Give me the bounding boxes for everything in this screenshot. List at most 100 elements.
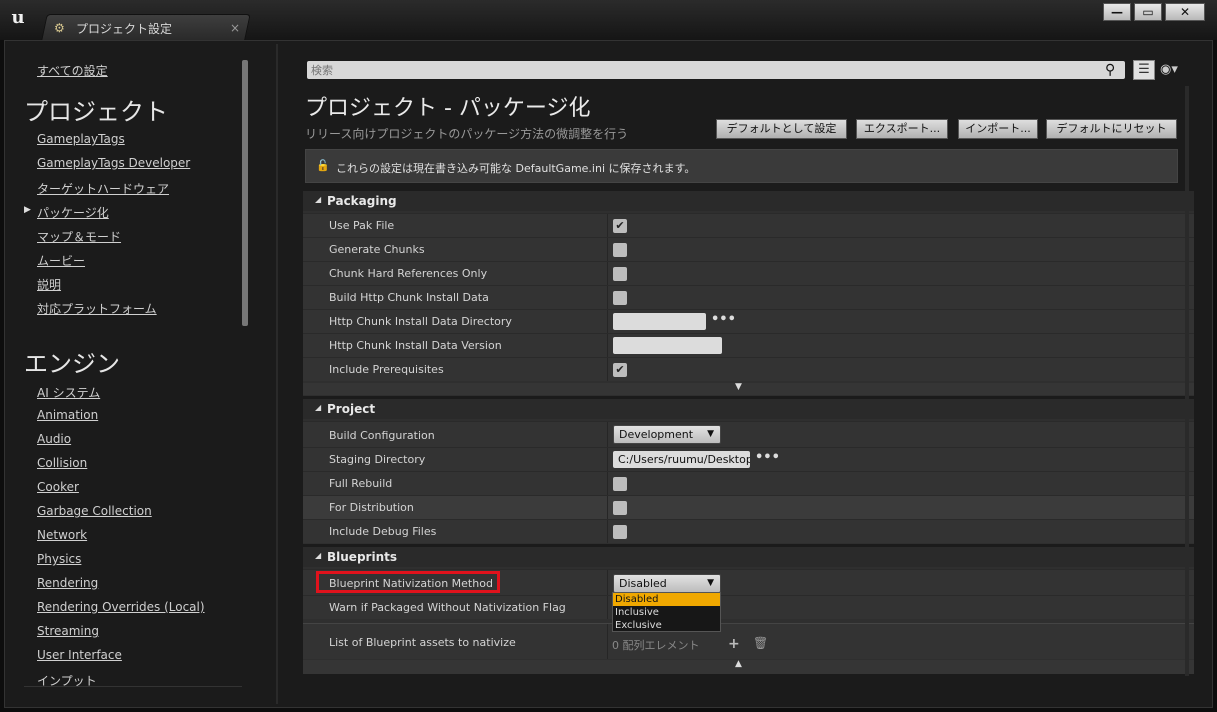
browse-ellipsis-icon[interactable]: ••• (711, 312, 736, 327)
tab-close-icon[interactable]: × (230, 21, 240, 35)
property-row: List of Blueprint assets to nativize (303, 623, 1194, 659)
export-button[interactable]: エクスポート... (856, 119, 948, 139)
staging-directory-field[interactable]: C:/Users/ruumu/Desktop (613, 451, 750, 468)
sidebar-item-supported-platforms[interactable]: 対応プラットフォーム (37, 300, 157, 317)
property-row: Chunk Hard References Only (303, 261, 1194, 285)
sidebar-item-movies[interactable]: ムービー (37, 252, 85, 269)
property-row: Use Pak File ✔ (303, 213, 1194, 237)
config-notice: 🔓 これらの設定は現在書き込み可能な DefaultGame.ini に保存され… (305, 149, 1178, 183)
property-row: Include Prerequisites ✔ (303, 357, 1194, 381)
project-header[interactable]: ◢ Project (303, 399, 1194, 419)
use-pak-file-checkbox[interactable]: ✔ (613, 219, 627, 233)
packaging-header[interactable]: ◢ Packaging (303, 191, 1194, 211)
property-label: List of Blueprint assets to nativize (329, 636, 516, 649)
sidebar-item-user-interface[interactable]: User Interface (37, 648, 122, 662)
nativization-method-dropdown[interactable]: Disabled ▼ (613, 574, 721, 593)
chunk-hard-references-checkbox[interactable] (613, 267, 627, 281)
property-row: Http Chunk Install Data Directory ••• (303, 309, 1194, 333)
build-http-chunk-checkbox[interactable] (613, 291, 627, 305)
generate-chunks-checkbox[interactable] (613, 243, 627, 257)
content-scrollbar[interactable] (1185, 86, 1189, 676)
sidebar-item-rendering-overrides[interactable]: Rendering Overrides (Local) (37, 600, 205, 614)
trash-icon[interactable]: 🗑 (753, 636, 768, 650)
sidebar-item-cooker[interactable]: Cooker (37, 480, 79, 494)
view-options-eye-icon[interactable]: ◉▾ (1160, 61, 1190, 79)
sidebar-item-rendering[interactable]: Rendering (37, 576, 98, 590)
build-configuration-dropdown[interactable]: Development ▼ (613, 425, 721, 444)
blueprints-header[interactable]: ◢ Blueprints (303, 547, 1194, 567)
sidebar-item-target-hardware[interactable]: ターゲットハードウェア (37, 180, 169, 197)
expand-down-icon: ▼ (735, 382, 742, 392)
notice-text: これらの設定は現在書き込み可能な DefaultGame.ini に保存されます… (336, 162, 696, 175)
document-tab-label: プロジェクト設定 (76, 21, 173, 36)
sidebar-item-description[interactable]: 説明 (37, 276, 61, 293)
build-configuration-value: Development (619, 428, 694, 441)
property-label: Build Configuration (329, 429, 435, 442)
search-box: ⚲ (307, 61, 1125, 79)
sidebar-item-ai-system[interactable]: AI システム (37, 384, 100, 401)
project-section: ◢ Project Build Configuration Developmen… (303, 399, 1194, 544)
list-view-icon[interactable]: ☰ (1133, 60, 1155, 80)
property-row: Full Rebuild (303, 471, 1194, 495)
selected-arrow-icon: ▶ (24, 205, 31, 215)
browse-ellipsis-icon[interactable]: ••• (755, 450, 780, 465)
option-inclusive[interactable]: Inclusive (613, 606, 720, 619)
property-label: Build Http Chunk Install Data (329, 291, 489, 304)
panel-splitter[interactable] (276, 44, 278, 704)
property-label: Use Pak File (329, 219, 395, 232)
property-label: Http Chunk Install Data Version (329, 339, 502, 352)
minimize-button[interactable]: — (1103, 3, 1131, 21)
packaging-section: ◢ Packaging Use Pak File ✔ Generate Chun… (303, 191, 1194, 396)
sidebar-item-packaging[interactable]: パッケージ化 (37, 204, 109, 221)
sidebar-scrollbar[interactable] (242, 60, 248, 326)
option-disabled[interactable]: Disabled (613, 593, 720, 606)
sidebar-item-gameplaytags[interactable]: GameplayTags (37, 132, 125, 146)
search-input[interactable] (311, 61, 1091, 79)
property-label: Chunk Hard References Only (329, 267, 488, 280)
sidebar-heading-engine: エンジン (24, 350, 120, 378)
document-tab[interactable]: ⚙ プロジェクト設定 × (54, 18, 244, 38)
close-button[interactable]: ✕ (1165, 3, 1205, 21)
property-label: Include Prerequisites (329, 363, 444, 376)
advanced-expander[interactable]: ▼ (303, 382, 1194, 395)
search-icon[interactable]: ⚲ (1105, 62, 1121, 78)
for-distribution-checkbox[interactable] (613, 501, 627, 515)
http-chunk-directory-field[interactable] (613, 313, 706, 330)
chevron-down-icon: ▼ (707, 429, 714, 439)
sidebar-item-all-settings[interactable]: すべての設定 (37, 62, 108, 79)
property-label: Staging Directory (329, 453, 426, 466)
sidebar-item-collision[interactable]: Collision (37, 456, 87, 470)
sidebar-item-gameplaytags-developer[interactable]: GameplayTags Developer (37, 156, 190, 170)
property-row: Build Http Chunk Install Data (303, 285, 1194, 309)
include-prerequisites-checkbox[interactable]: ✔ (613, 363, 627, 377)
include-debug-files-checkbox[interactable] (613, 525, 627, 539)
property-label: Include Debug Files (329, 525, 437, 538)
add-element-icon[interactable]: + (728, 636, 740, 652)
sidebar-item-network[interactable]: Network (37, 528, 87, 542)
sidebar-item-streaming[interactable]: Streaming (37, 624, 99, 638)
advanced-collapser[interactable]: ▲ (303, 659, 1194, 674)
full-rebuild-checkbox[interactable] (613, 477, 627, 491)
sidebar-item-garbage-collection[interactable]: Garbage Collection (37, 504, 152, 518)
annotation-highlight (316, 571, 500, 593)
property-row: Staging Directory C:/Users/ruumu/Desktop… (303, 447, 1194, 471)
nativization-method-value: Disabled (619, 577, 667, 590)
property-label: Http Chunk Install Data Directory (329, 315, 512, 328)
property-label: Warn if Packaged Without Nativization Fl… (329, 601, 566, 614)
sidebar-item-audio[interactable]: Audio (37, 432, 71, 446)
unreal-logo-icon: u (11, 7, 25, 28)
import-button[interactable]: インポート... (958, 119, 1038, 139)
maximize-button[interactable]: ▭ (1134, 3, 1162, 21)
sidebar-item-physics[interactable]: Physics (37, 552, 81, 566)
set-as-default-button[interactable]: デフォルトとして設定 (716, 119, 847, 139)
sidebar-item-animation[interactable]: Animation (37, 408, 98, 422)
page-title: プロジェクト - パッケージ化 (305, 96, 591, 121)
option-exclusive[interactable]: Exclusive (613, 619, 720, 632)
sidebar-heading-project: プロジェクト (24, 98, 168, 126)
sidebar-item-maps-modes[interactable]: マップ＆モード (37, 228, 121, 245)
http-chunk-version-field[interactable] (613, 337, 722, 354)
blueprints-section: ◢ Blueprints Blueprint Nativization Meth… (303, 547, 1194, 674)
collapse-icon: ◢ (315, 195, 322, 204)
unlock-icon: 🔓 (316, 159, 330, 172)
reset-to-defaults-button[interactable]: デフォルトにリセット (1046, 119, 1177, 139)
